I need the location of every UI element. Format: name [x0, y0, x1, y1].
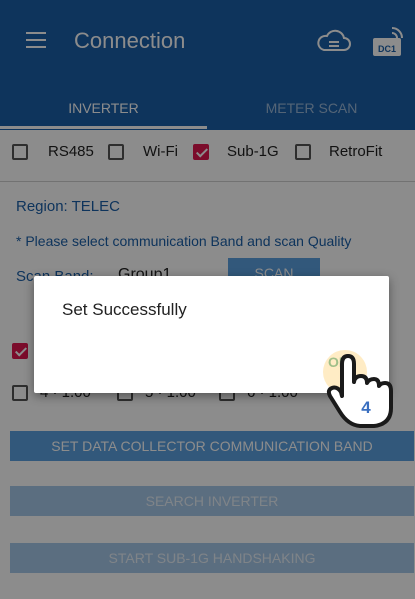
step-badge-text: 4: [361, 398, 371, 417]
pointing-hand-icon: 4: [324, 352, 404, 430]
dialog-message: Set Successfully: [62, 300, 187, 319]
